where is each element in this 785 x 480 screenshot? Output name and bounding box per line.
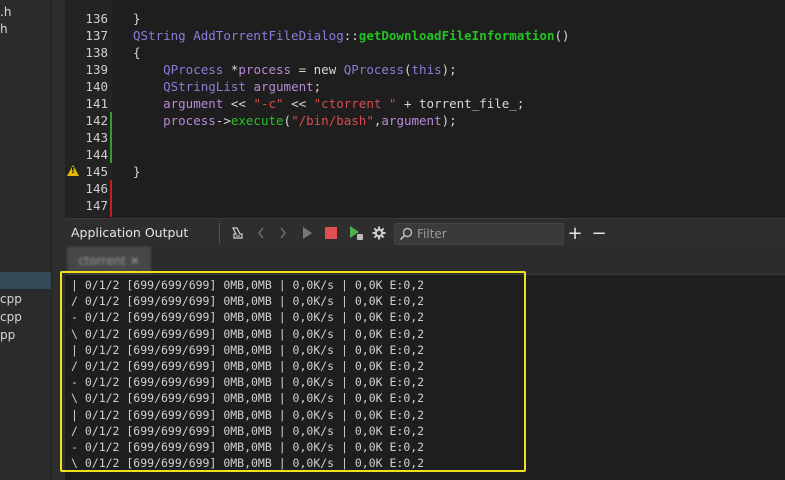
output-pane-title: Application Output [71, 225, 189, 240]
code-token: QProcess [343, 62, 404, 77]
previous-arrow-icon[interactable] [251, 223, 271, 243]
run-icon[interactable] [297, 223, 317, 243]
zoom-out-button[interactable]: − [589, 223, 609, 244]
line-number: 138 [85, 45, 108, 60]
sidebar-item[interactable]: h [0, 21, 51, 38]
code-token: execute [230, 113, 284, 128]
line-number: 141 [85, 96, 108, 111]
code-token: QStringList [163, 79, 246, 94]
line-number: 146 [85, 181, 108, 196]
code-token: << [283, 96, 314, 111]
line-number: 142 [85, 113, 108, 128]
code-token: :: [343, 28, 359, 43]
code-token: * [223, 62, 239, 77]
tab-ctorrent[interactable]: ctorrent ✕ [67, 247, 151, 274]
code-token: argument [163, 96, 224, 111]
code-token: ; [313, 79, 322, 94]
code-token: = new [291, 62, 344, 77]
code-line: QProcess *process = new QProcess(this); [133, 61, 457, 78]
output-toolbar: Application Output + − [65, 218, 785, 248]
filter-box [394, 223, 564, 245]
code-token: AddTorrentFileDialog [193, 28, 344, 43]
line-number: 137 [85, 28, 108, 43]
project-tree: .h h cpp cpp pp [0, 0, 51, 480]
clean-broom-icon[interactable] [227, 223, 247, 243]
code-token: } [133, 164, 141, 179]
zoom-in-button[interactable]: + [565, 223, 585, 244]
sidebar-item[interactable]: cpp [0, 309, 51, 326]
code-line: { [133, 44, 141, 61]
code-token: + torrent_file_; [396, 96, 525, 111]
code-token: -> [215, 113, 231, 128]
line-number: 136 [85, 11, 108, 26]
code-token: "ctorrent " [313, 96, 397, 111]
warning-icon[interactable] [67, 165, 79, 176]
code-editor[interactable]: 136137138139140141142143144145146147148 … [65, 0, 785, 217]
code-token: this [411, 62, 442, 77]
code-token: } [133, 11, 141, 26]
code-line: QStringList argument; [133, 78, 321, 95]
code-token: () [554, 28, 570, 43]
code-line: } [133, 163, 141, 180]
sidebar-item[interactable]: pp [0, 327, 51, 344]
code-line: process->execute("/bin/bash",argument); [133, 112, 457, 129]
code-token: ( [283, 113, 292, 128]
code-token: argument [253, 79, 314, 94]
code-line: QString AddTorrentFileDialog::getDownloa… [133, 27, 570, 44]
code-token: ( [403, 62, 412, 77]
line-number: 144 [85, 147, 108, 162]
line-number: 148 [65, 214, 108, 217]
code-token: { [133, 45, 141, 60]
search-icon [399, 226, 413, 241]
code-token: "-c" [253, 96, 284, 111]
code-token: argument [381, 113, 442, 128]
code-token: process [238, 62, 292, 77]
highlight-box [60, 271, 526, 472]
gear-icon[interactable] [369, 223, 389, 243]
code-line: argument << "-c" << "ctorrent " + torren… [133, 95, 524, 112]
line-number-gutter: 136137138139140141142143144145146147148 [65, 0, 112, 217]
code-token: "/bin/bash" [291, 113, 374, 128]
code-token: ); [441, 62, 457, 77]
debug-run-icon[interactable] [346, 223, 366, 243]
added-lines-marker [110, 112, 112, 163]
code-token: QString [133, 28, 194, 43]
line-number: 147 [85, 198, 108, 213]
next-arrow-icon[interactable] [273, 223, 293, 243]
code-token: << [223, 96, 254, 111]
code-token: process [163, 113, 216, 128]
sidebar-item[interactable]: .h [0, 4, 51, 21]
code-line: } [133, 10, 141, 27]
line-number: 140 [85, 79, 108, 94]
filter-input[interactable] [415, 225, 563, 243]
line-number: 139 [85, 62, 108, 77]
toolbar-separator [219, 223, 220, 243]
sidebar-item[interactable] [0, 272, 51, 289]
code-token: ); [441, 113, 457, 128]
line-number: 143 [85, 130, 108, 145]
removed-lines-marker [110, 180, 112, 217]
stop-icon[interactable] [321, 223, 341, 243]
sidebar-item[interactable]: cpp [0, 291, 51, 308]
code-token: getDownloadFileInformation [358, 28, 555, 43]
code-token: QProcess [163, 62, 224, 77]
